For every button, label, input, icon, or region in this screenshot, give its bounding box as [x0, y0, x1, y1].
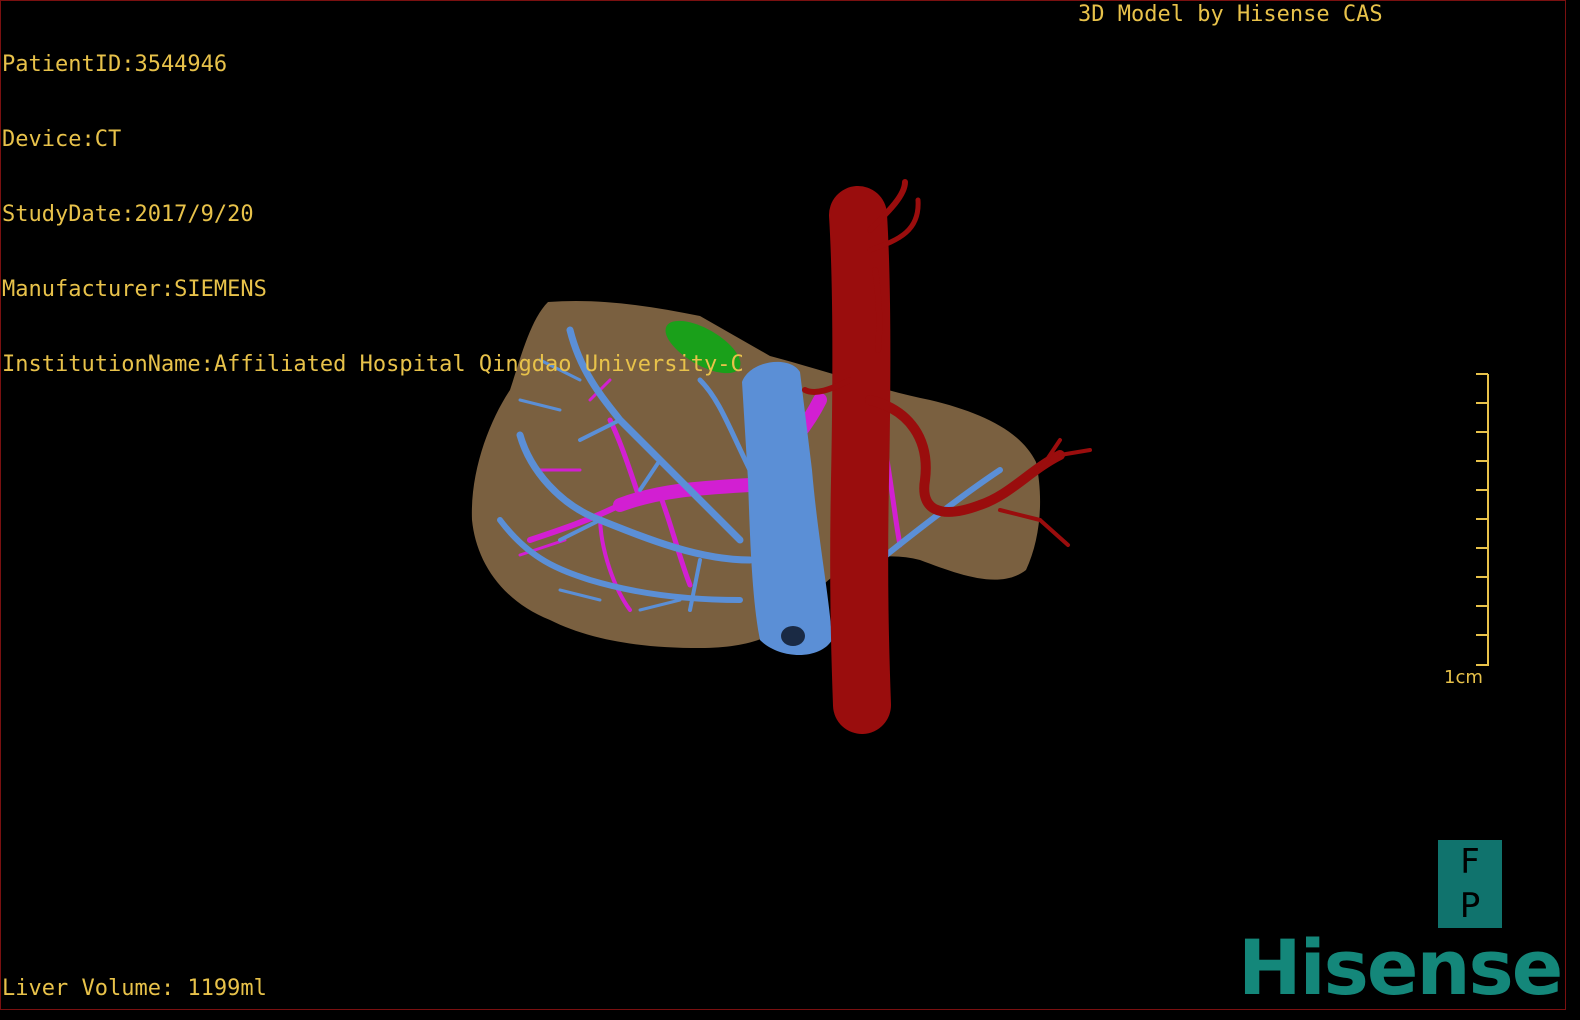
patient-info-overlay: PatientID:3544946 Device:CT StudyDate:20…: [2, 2, 744, 402]
liver-volume-text: Liver Volume: 1199ml: [2, 976, 267, 1001]
orientation-marker-top[interactable]: F: [1438, 840, 1502, 884]
hisense-logo: Hisense: [1238, 923, 1563, 1012]
orientation-marker-bottom[interactable]: P: [1438, 884, 1502, 928]
institution-text: InstitutionName:Affiliated Hospital Qing…: [2, 352, 744, 377]
scale-bar: [1476, 373, 1489, 666]
manufacturer-text: Manufacturer:SIEMENS: [2, 277, 267, 302]
patient-id-text: PatientID:3544946: [2, 52, 228, 77]
model-credit-text: 3D Model by Hisense CAS: [1078, 2, 1383, 27]
device-text: Device:CT: [2, 127, 122, 152]
scale-bar-label: 1cm: [1444, 667, 1483, 688]
study-date-text: StudyDate:2017/9/20: [2, 202, 254, 227]
ivc-opening: [781, 626, 805, 646]
